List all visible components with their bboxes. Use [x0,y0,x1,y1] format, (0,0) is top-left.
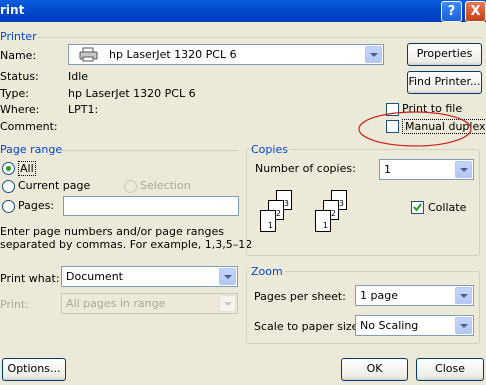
find-printer-button[interactable]: Find Printer... [407,71,482,94]
stack-page-1: 1 [260,210,276,232]
comment-label: Comment: [0,120,58,133]
ok-button-label: OK [366,362,383,375]
collate-checkbox[interactable] [411,201,424,214]
pages-per-sheet-value: 1 page [360,289,398,302]
copies-value: 1 [384,163,391,176]
chevron-down-icon[interactable] [365,46,382,63]
pages-per-sheet-select[interactable]: 1 page [355,285,474,306]
pages-label[interactable]: Pages: [18,199,54,212]
pages-input[interactable] [63,196,239,216]
properties-button[interactable]: Properties [407,43,482,66]
chevron-down-icon[interactable] [455,317,472,334]
pages-radio[interactable] [2,200,15,213]
find-printer-button-label: Find Printer... [408,75,481,88]
title-bar [0,0,486,22]
checkmark-icon [413,203,422,212]
chevron-down-icon[interactable] [219,268,236,285]
where-value: LPT1: [68,103,99,116]
pages-per-sheet-label: Pages per sheet: [254,290,346,303]
printer-icon [79,47,99,62]
printer-name-value: hp LaserJet 1320 PCL 6 [109,48,237,61]
print-label: Print: [0,298,30,311]
annotation-ellipse [358,111,472,147]
collate-label[interactable]: Collate [428,201,466,214]
close-window-button[interactable]: X [465,1,486,22]
scale-to-paper-size-select[interactable]: No Scaling [355,315,474,336]
page-range-divider [60,150,238,151]
close-button-label: Close [435,362,465,375]
spinner-arrow-icon[interactable] [455,161,472,178]
close-button[interactable]: Close [416,358,484,381]
copies-spinner[interactable]: 1 [379,159,474,180]
status-value: Idle [68,70,89,83]
chevron-down-icon [219,295,236,312]
print-what-label: Print what: [0,272,60,285]
type-value: hp LaserJet 1320 PCL 6 [68,87,196,100]
chevron-down-icon[interactable] [455,287,472,304]
print-select: All pages in range [61,293,238,314]
selection-label: Selection [140,179,191,192]
all-pages-radio[interactable] [2,162,15,175]
collate-stack-icon-1: 3 2 1 [258,190,298,242]
page-range-help-line-1: Enter page numbers and/or page ranges [0,225,224,238]
collate-stack-icon-2: 3 2 1 [313,190,353,242]
window-title: rint [0,3,25,17]
type-label: Type: [0,87,29,100]
options-button[interactable]: Options... [2,358,66,381]
number-of-copies-label: Number of copies: [255,162,356,175]
scale-to-paper-size-value: No Scaling [360,319,419,332]
scale-to-paper-size-label: Scale to paper size: [254,320,363,333]
all-pages-label[interactable]: All [18,161,36,176]
help-button[interactable]: ? [441,1,462,22]
ok-button[interactable]: OK [341,358,408,381]
stack-page-1: 1 [315,210,331,232]
current-page-label[interactable]: Current page [18,179,90,192]
zoom-section-label: Zoom [249,265,285,278]
status-label: Status: [0,70,39,83]
print-what-value: Document [66,270,123,283]
options-button-label: Options... [7,362,61,375]
printer-divider [38,37,482,38]
page-range-help-line-2: separated by commas. For example, 1,3,5–… [0,238,253,251]
properties-button-label: Properties [416,47,473,60]
printer-name-label: Name: [0,49,37,62]
printer-name-select[interactable]: hp LaserJet 1320 PCL 6 [68,44,384,65]
printer-section-label: Printer [0,30,37,43]
current-page-radio[interactable] [2,180,15,193]
copies-section-label: Copies [249,143,290,156]
selection-radio [124,180,137,193]
print-value: All pages in range [66,297,166,310]
print-what-select[interactable]: Document [61,266,238,287]
page-range-section-label: Page range [0,143,63,156]
where-label: Where: [0,103,40,116]
